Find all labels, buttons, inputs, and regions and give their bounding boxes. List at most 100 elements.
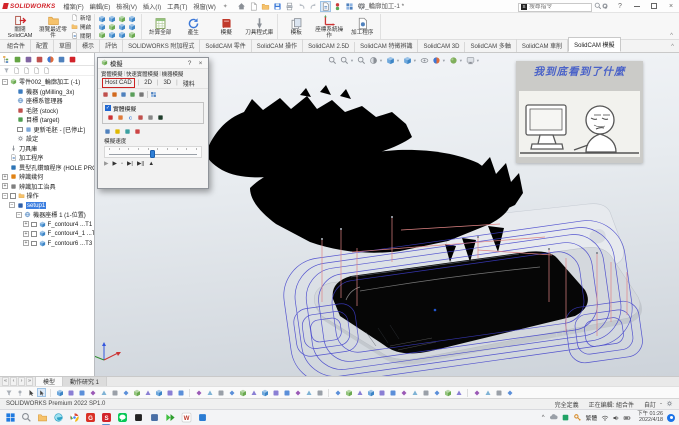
tree-item[interactable]: −機器座標 1 (1-位置) [0, 210, 94, 220]
hud-caret-icon[interactable]: ▼ [350, 58, 354, 63]
tab-nav-arrow-0[interactable]: « [2, 377, 9, 386]
hud-caret-icon[interactable]: ▼ [379, 58, 383, 63]
show-tool-icon[interactable] [102, 91, 109, 98]
paint-icon[interactable] [134, 128, 141, 135]
key-tray-icon[interactable] [573, 413, 582, 422]
ribbon-stacked-button-0[interactable]: 新增 [71, 14, 91, 22]
cam-op-icon[interactable] [454, 388, 463, 397]
notification-icon[interactable] [667, 414, 675, 422]
tree-item[interactable]: +辨識加工治具 [0, 182, 94, 192]
minimize-button[interactable] [631, 3, 643, 10]
operation-cube-icon[interactable] [98, 15, 108, 23]
cam-op-icon[interactable] [227, 388, 236, 397]
file-explorer-icon[interactable] [36, 412, 48, 424]
hud-caret-icon[interactable]: ▼ [476, 58, 480, 63]
tree-item[interactable]: −零件002_輪廓加工 (-1) [0, 77, 94, 87]
ribbon-button-template[interactable]: 模板 [281, 17, 311, 37]
command-tab-9[interactable]: SolidCAM 特徵辨識 [355, 39, 418, 52]
dialog-close-button[interactable]: × [196, 60, 205, 67]
cam-op-icon[interactable] [344, 388, 353, 397]
cam-op-icon[interactable] [66, 388, 75, 397]
command-tab-3[interactable]: 標示 [77, 39, 100, 52]
tree-expander[interactable]: − [2, 79, 8, 85]
print-icon[interactable] [284, 1, 295, 12]
settings-gear-icon[interactable] [601, 2, 609, 12]
cam-op-icon[interactable] [260, 388, 269, 397]
taskbar-clock[interactable]: 下午 01:26 2022/4/18 [637, 412, 663, 423]
pin-icon[interactable] [15, 388, 24, 397]
cam-op-icon[interactable] [494, 388, 503, 397]
history-icon[interactable] [43, 67, 50, 74]
wifi-icon[interactable] [601, 414, 609, 422]
cam-op-icon[interactable] [282, 388, 291, 397]
zoom-area-icon[interactable]: ▼ [340, 56, 354, 65]
undo-icon[interactable] [296, 1, 307, 12]
cam-op-icon[interactable] [121, 388, 130, 397]
command-search[interactable]: S [518, 3, 592, 12]
scene-icon[interactable]: ▼ [449, 56, 463, 65]
cam-op-icon[interactable] [205, 388, 214, 397]
operation-cube-icon[interactable] [118, 31, 128, 39]
green-arrows-app-icon[interactable] [164, 412, 176, 424]
tree-item[interactable]: +F_contour4_1 ...T2 (2) [0, 229, 94, 239]
solidworks-icon[interactable]: S [100, 412, 112, 424]
cam-op-icon[interactable] [143, 388, 152, 397]
cam-op-icon[interactable] [472, 388, 481, 397]
compare-icon[interactable]: C [127, 114, 134, 121]
cam-op-icon[interactable] [421, 388, 430, 397]
command-tab-4[interactable]: 評估 [100, 39, 123, 52]
tool-step-button[interactable]: ▲ [148, 161, 154, 167]
cam-op-icon[interactable] [99, 388, 108, 397]
search-input[interactable] [529, 4, 575, 10]
w-app-icon[interactable]: W [180, 412, 192, 424]
menu-item-2[interactable]: 檢視(V) [113, 1, 140, 12]
cam-feature-tree-icon[interactable] [57, 55, 66, 64]
tabs-pin-icon[interactable]: ^ [671, 44, 679, 52]
command-tab-6[interactable]: SolidCAM 零件 [200, 39, 251, 52]
cam-op-icon[interactable] [432, 388, 441, 397]
tree-item[interactable]: +F_contour4 ...T1 (1) [0, 220, 94, 230]
command-tab-1[interactable]: 配置 [31, 39, 54, 52]
menu-item-1[interactable]: 編輯(E) [87, 1, 114, 12]
volume-icon[interactable] [612, 414, 620, 422]
tab-nav-arrow-1[interactable]: ‹ [10, 377, 17, 386]
dialog-help-button[interactable]: ? [185, 60, 194, 67]
hud-caret-icon[interactable]: ▼ [396, 58, 400, 63]
solid-simulation-checkbox[interactable]: ✓ [105, 105, 111, 111]
close-button[interactable]: × [665, 3, 677, 10]
operation-cube-icon[interactable] [98, 31, 108, 39]
cam-op-icon[interactable] [249, 388, 258, 397]
ribbon-button-tool-library[interactable]: 刀具程式庫 [244, 17, 274, 37]
display-pane-icon[interactable] [33, 67, 40, 74]
filter-icon[interactable] [4, 388, 13, 397]
command-tab-13[interactable]: SolidCAM 模擬 [568, 37, 620, 52]
tree-expander[interactable]: − [16, 212, 22, 218]
command-tab-7[interactable]: SolidCAM 操作 [252, 39, 303, 52]
play-button[interactable]: ▶ [112, 161, 116, 167]
status-options-icon[interactable] [666, 400, 673, 409]
status-custom-caret[interactable]: - [660, 401, 662, 407]
screen-icon[interactable] [157, 114, 164, 121]
tree-item[interactable]: 座標系管理器 [0, 96, 94, 106]
menu-item-0[interactable]: 檔案(F) [60, 1, 86, 12]
tree-item[interactable]: 異型孔鑽頭程序 (HOLE PROCESSES - SO [0, 163, 94, 173]
cam-op-icon[interactable] [88, 388, 97, 397]
cam-op-icon[interactable] [176, 388, 185, 397]
open-icon[interactable] [260, 1, 271, 12]
pause-button[interactable]: • [121, 161, 123, 167]
expand-all-icon[interactable] [13, 67, 20, 74]
propertymanager-icon[interactable] [13, 55, 22, 64]
cam-op-icon[interactable] [194, 388, 203, 397]
tool-display-icon[interactable] [107, 114, 114, 121]
command-tab-12[interactable]: SolidCAM 車削 [517, 39, 568, 52]
ribbon-button-generate[interactable]: 產生 [178, 17, 208, 37]
cam-op-icon[interactable] [238, 388, 247, 397]
line-app-icon[interactable] [116, 412, 128, 424]
sim-view-tab-host-cad[interactable]: Host CAD [102, 78, 135, 88]
operation-cube-icon[interactable] [98, 23, 108, 31]
tree-expander[interactable]: + [23, 231, 29, 237]
ribbon-button-recent-parts[interactable]: 瀏覽最近零件 [38, 14, 68, 40]
cam-op-icon[interactable] [366, 388, 375, 397]
gouge-check-icon[interactable] [147, 114, 154, 121]
show-target-icon[interactable] [129, 91, 136, 98]
